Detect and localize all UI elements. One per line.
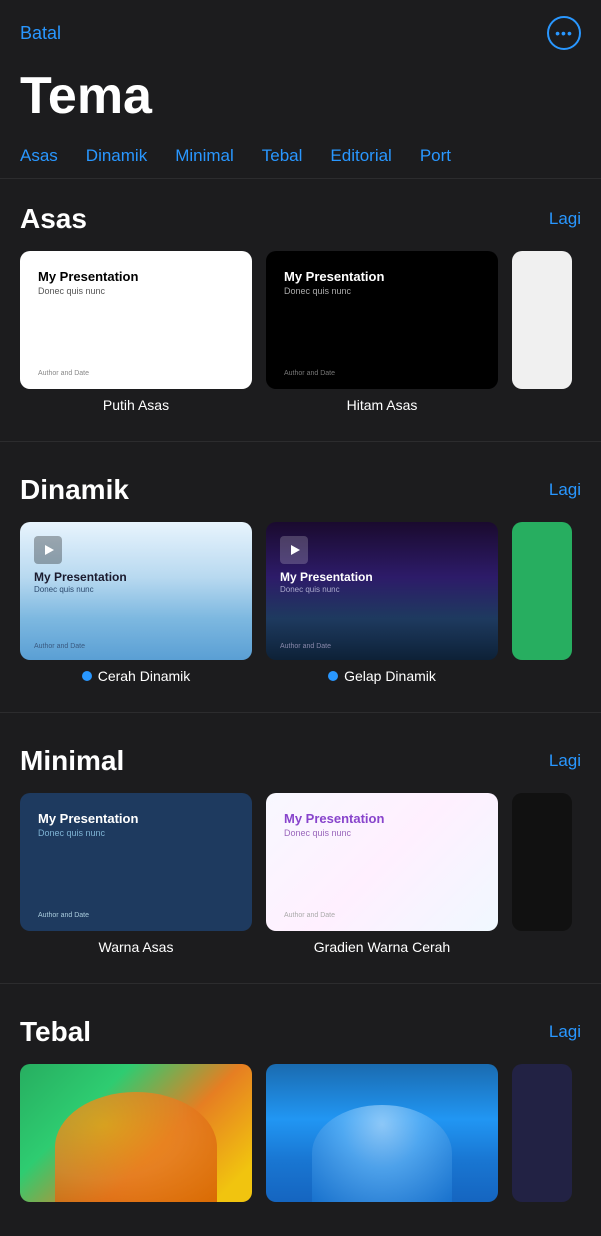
asas-more-button[interactable]: Lagi xyxy=(549,209,581,229)
warna-asas-card-wrapper: My Presentation Donec quis nunc Author a… xyxy=(20,793,252,955)
gradien-pres-subtitle: Donec quis nunc xyxy=(284,828,480,838)
minimal-title: Minimal xyxy=(20,745,124,777)
gelap-dinamik-pres-title: My Presentation xyxy=(280,570,484,584)
hitam-asas-pres-title: My Presentation xyxy=(284,269,480,284)
putih-asas-card[interactable]: My Presentation Donec quis nunc Author a… xyxy=(20,251,252,389)
dinamik-title: Dinamik xyxy=(20,474,129,506)
hitam-asas-author: Author and Date xyxy=(284,370,480,377)
asas-title: Asas xyxy=(20,203,87,235)
more-button[interactable]: ••• xyxy=(547,16,581,50)
warna-asas-pres-title: My Presentation xyxy=(38,811,234,826)
tebal-2-photo xyxy=(266,1064,498,1202)
divider-3 xyxy=(0,983,601,984)
gelap-dinamik-card[interactable]: My Presentation Donec quis nunc Author a… xyxy=(266,522,498,660)
nav-item-asas[interactable]: Asas xyxy=(20,142,72,178)
nav-item-dinamik[interactable]: Dinamik xyxy=(72,142,161,178)
play-triangle-gelap xyxy=(291,545,300,555)
cerah-dinamik-card-wrapper: My Presentation Donec quis nunc Author a… xyxy=(20,522,252,684)
tebal-section: Tebal Lagi xyxy=(0,992,601,1230)
putih-asas-author: Author and Date xyxy=(38,370,234,377)
page-title: Tema xyxy=(0,58,601,142)
gradien-content: My Presentation Donec quis nunc xyxy=(284,811,480,838)
asas-section: Asas Lagi My Presentation Donec quis nun… xyxy=(0,179,601,433)
hitam-asas-content: My Presentation Donec quis nunc xyxy=(284,269,480,296)
asas-section-header: Asas Lagi xyxy=(20,203,581,235)
dinamik-section: Dinamik Lagi My Presentation Donec quis … xyxy=(0,450,601,704)
putih-asas-pres-title: My Presentation xyxy=(38,269,234,284)
divider-1 xyxy=(0,441,601,442)
tebal-2-card-wrapper xyxy=(266,1064,498,1210)
dinamik-partial-card[interactable] xyxy=(512,522,572,660)
minimal-section-header: Minimal Lagi xyxy=(20,745,581,777)
gradien-card[interactable]: My Presentation Donec quis nunc Author a… xyxy=(266,793,498,931)
warna-asas-author: Author and Date xyxy=(38,912,234,919)
warna-asas-card[interactable]: My Presentation Donec quis nunc Author a… xyxy=(20,793,252,931)
tebal-1-card[interactable] xyxy=(20,1064,252,1202)
minimal-cards-row: My Presentation Donec quis nunc Author a… xyxy=(20,793,581,967)
warna-asas-label: Warna Asas xyxy=(99,939,174,955)
putih-asas-pres-subtitle: Donec quis nunc xyxy=(38,286,234,296)
dinamik-cards-row: My Presentation Donec quis nunc Author a… xyxy=(20,522,581,696)
warna-asas-pres-subtitle: Donec quis nunc xyxy=(38,828,234,838)
tebal-cards-row xyxy=(20,1064,581,1222)
asas-cards-row: My Presentation Donec quis nunc Author a… xyxy=(20,251,581,425)
minimal-partial-card-wrapper xyxy=(512,793,572,955)
gelap-dinamik-pres-subtitle: Donec quis nunc xyxy=(280,585,484,594)
cerah-dinamik-label: Cerah Dinamik xyxy=(98,668,191,684)
asas-partial-card[interactable] xyxy=(512,251,572,389)
warna-asas-content: My Presentation Donec quis nunc xyxy=(38,811,234,838)
hitam-asas-card[interactable]: My Presentation Donec quis nunc Author a… xyxy=(266,251,498,389)
cerah-dinamik-card[interactable]: My Presentation Donec quis nunc Author a… xyxy=(20,522,252,660)
nav-item-minimal[interactable]: Minimal xyxy=(161,142,248,178)
gradien-card-wrapper: My Presentation Donec quis nunc Author a… xyxy=(266,793,498,955)
play-triangle-cerah xyxy=(45,545,54,555)
gradien-label: Gradien Warna Cerah xyxy=(314,939,450,955)
tebal-1-card-wrapper xyxy=(20,1064,252,1210)
header: Batal ••• xyxy=(0,0,601,58)
more-icon: ••• xyxy=(555,25,573,41)
play-icon-cerah xyxy=(34,536,62,564)
minimal-more-button[interactable]: Lagi xyxy=(549,751,581,771)
putih-asas-content: My Presentation Donec quis nunc xyxy=(38,269,234,296)
hitam-asas-card-wrapper: My Presentation Donec quis nunc Author a… xyxy=(266,251,498,413)
gradien-pres-title: My Presentation xyxy=(284,811,480,826)
cerah-dinamik-dot xyxy=(82,671,92,681)
tebal-2-card[interactable] xyxy=(266,1064,498,1202)
cerah-dinamik-top: My Presentation Donec quis nunc xyxy=(34,536,238,594)
gelap-dinamik-dot xyxy=(328,671,338,681)
divider-2 xyxy=(0,712,601,713)
cerah-dinamik-author: Author and Date xyxy=(34,643,238,650)
gelap-dinamik-label-row: Gelap Dinamik xyxy=(328,668,436,684)
tebal-more-button[interactable]: Lagi xyxy=(549,1022,581,1042)
tebal-1-photo xyxy=(20,1064,252,1202)
gelap-dinamik-card-wrapper: My Presentation Donec quis nunc Author a… xyxy=(266,522,498,684)
gradien-author: Author and Date xyxy=(284,912,480,919)
putih-asas-label: Putih Asas xyxy=(103,397,169,413)
asas-partial-card-wrapper xyxy=(512,251,572,413)
cerah-dinamik-pres-title: My Presentation xyxy=(34,570,238,584)
minimal-section: Minimal Lagi My Presentation Donec quis … xyxy=(0,721,601,975)
nav-item-port[interactable]: Port xyxy=(406,142,465,178)
category-nav: Asas Dinamik Minimal Tebal Editorial Por… xyxy=(0,142,601,179)
tebal-section-header: Tebal Lagi xyxy=(20,1016,581,1048)
tebal-title: Tebal xyxy=(20,1016,91,1048)
cerah-dinamik-pres-subtitle: Donec quis nunc xyxy=(34,585,238,594)
nav-item-editorial[interactable]: Editorial xyxy=(316,142,405,178)
hitam-asas-label: Hitam Asas xyxy=(347,397,418,413)
gelap-dinamik-label: Gelap Dinamik xyxy=(344,668,436,684)
nav-item-tebal[interactable]: Tebal xyxy=(248,142,317,178)
gelap-dinamik-author: Author and Date xyxy=(280,643,484,650)
tebal-partial-card-wrapper xyxy=(512,1064,572,1210)
dinamik-partial-card-wrapper xyxy=(512,522,572,684)
minimal-partial-card[interactable] xyxy=(512,793,572,931)
putih-asas-card-wrapper: My Presentation Donec quis nunc Author a… xyxy=(20,251,252,413)
dinamik-section-header: Dinamik Lagi xyxy=(20,474,581,506)
dinamik-more-button[interactable]: Lagi xyxy=(549,480,581,500)
cancel-button[interactable]: Batal xyxy=(20,23,61,44)
gelap-dinamik-top: My Presentation Donec quis nunc xyxy=(280,536,484,594)
tebal-partial-card[interactable] xyxy=(512,1064,572,1202)
hitam-asas-pres-subtitle: Donec quis nunc xyxy=(284,286,480,296)
cerah-dinamik-label-row: Cerah Dinamik xyxy=(82,668,191,684)
play-icon-gelap xyxy=(280,536,308,564)
